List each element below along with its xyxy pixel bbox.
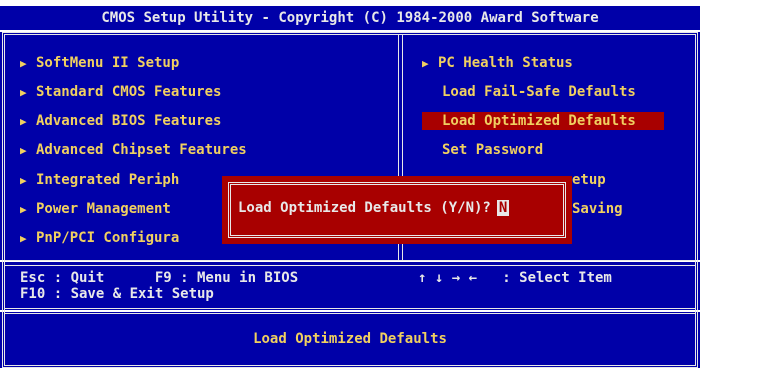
help-esc: Esc : Quit F9 : Menu in BIOS: [20, 270, 299, 286]
menu-item-exit-without-saving[interactable]: Saving: [572, 200, 623, 218]
submenu-arrow-icon: ▶: [20, 57, 27, 70]
submenu-arrow-icon: ▶: [20, 144, 27, 157]
submenu-arrow-icon: ▶: [20, 203, 27, 216]
dialog-prompt: Load Optimized Defaults (Y/N)? N: [238, 200, 510, 216]
menu-item-pc-health[interactable]: ▶ PC Health Status: [422, 54, 573, 72]
menu-item-power-management[interactable]: ▶ Power Management: [20, 200, 171, 218]
submenu-arrow-icon: ▶: [20, 174, 27, 187]
submenu-arrow-icon: ▶: [20, 86, 27, 99]
help-f10: F10 : Save & Exit Setup: [20, 286, 214, 302]
status-text: Load Optimized Defaults: [253, 331, 447, 347]
bios-screen: CMOS Setup Utility - Copyright (C) 1984-…: [0, 0, 775, 368]
divider-bottom: [4, 308, 696, 314]
help-arrows: ↑ ↓ → ← : Select Item: [418, 270, 612, 286]
title-bar: CMOS Setup Utility - Copyright (C) 1984-…: [0, 6, 700, 30]
submenu-arrow-icon: ▶: [20, 232, 27, 245]
menu-item-load-failsafe[interactable]: Load Fail-Safe Defaults: [442, 83, 636, 101]
menu-item-advanced-chipset[interactable]: ▶ Advanced Chipset Features: [20, 141, 247, 159]
confirm-dialog: Load Optimized Defaults (Y/N)? N: [222, 176, 572, 244]
menu-item-integrated-peripherals[interactable]: ▶ Integrated Periph: [20, 171, 179, 189]
menu-item-set-password[interactable]: Set Password: [442, 141, 543, 159]
divider-top: [4, 260, 696, 266]
menu-item-standard-cmos[interactable]: ▶ Standard CMOS Features: [20, 83, 221, 101]
dialog-answer-field[interactable]: N: [496, 200, 510, 216]
menu-item-save-exit-setup[interactable]: etup: [572, 171, 606, 189]
menu-item-pnp-pci[interactable]: ▶ PnP/PCI Configura: [20, 229, 179, 247]
menu-item-softmenu[interactable]: ▶ SoftMenu II Setup: [20, 54, 179, 72]
submenu-arrow-icon: ▶: [20, 115, 27, 128]
menu-item-advanced-bios[interactable]: ▶ Advanced BIOS Features: [20, 112, 221, 130]
submenu-arrow-icon: ▶: [422, 57, 429, 70]
menu-item-load-optimized[interactable]: Load Optimized Defaults: [422, 112, 664, 130]
